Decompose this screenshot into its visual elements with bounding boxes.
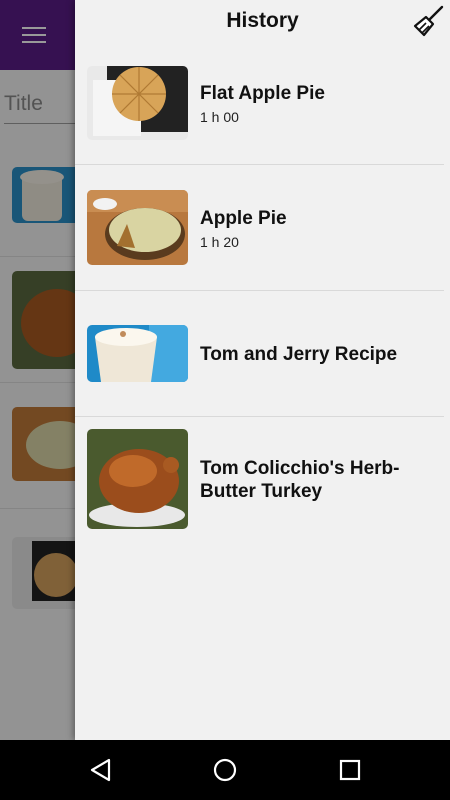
history-item-name: Apple Pie (200, 208, 287, 229)
history-item-time: 1 h 20 (200, 234, 239, 250)
system-nav-bar (0, 740, 450, 800)
history-item-time: 1 h 00 (200, 109, 239, 125)
home-circle-icon (213, 758, 237, 782)
home-button[interactable] (210, 755, 240, 785)
history-item-name: Tom Colicchio's Herb-Butter Turkey (200, 458, 400, 502)
broom-icon (413, 5, 444, 37)
drawer-header: History (75, 0, 450, 44)
clear-history-button[interactable] (412, 4, 446, 38)
recipe-thumbnail (87, 429, 188, 529)
history-drawer: History Flat Apple Pie 1 h 00 Apple Pie … (75, 0, 450, 740)
history-item[interactable]: Apple Pie 1 h 20 (75, 165, 444, 291)
history-item[interactable]: Tom Colicchio's Herb-Butter Turkey (75, 417, 444, 542)
recipe-thumbnail (87, 66, 188, 140)
history-item-name: Tom and Jerry Recipe (200, 344, 398, 365)
recipe-thumbnail (87, 325, 188, 382)
recent-apps-button[interactable] (335, 755, 365, 785)
recipe-thumbnail (87, 190, 188, 265)
history-item-name: Flat Apple Pie (200, 83, 325, 104)
back-triangle-icon (90, 758, 111, 782)
recent-square-icon (339, 759, 361, 781)
history-item[interactable]: Tom and Jerry Recipe (75, 291, 444, 417)
history-item[interactable]: Flat Apple Pie 1 h 00 (75, 44, 444, 165)
back-button[interactable] (86, 755, 116, 785)
drawer-title: History (226, 9, 299, 32)
